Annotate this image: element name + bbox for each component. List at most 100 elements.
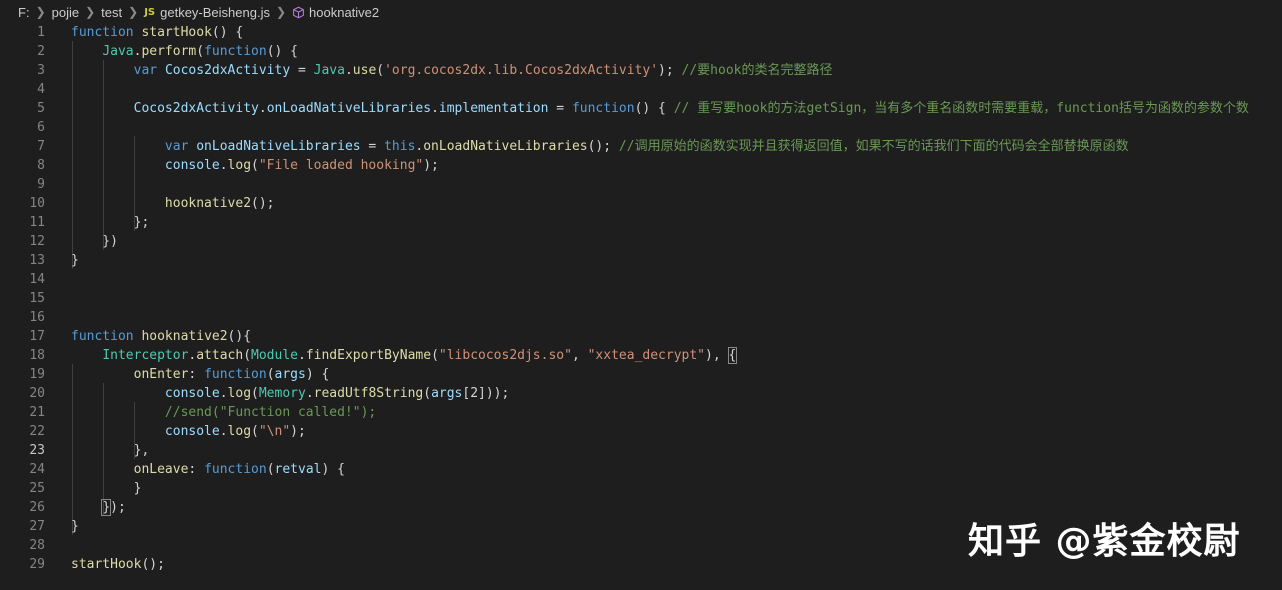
- code-token: "\n": [258, 424, 291, 439]
- code-token: onLoadNativeLibraries: [423, 139, 588, 154]
- code-token: ,: [571, 348, 588, 363]
- code-line[interactable]: 25 }: [0, 479, 1282, 498]
- line-number: 12: [29, 234, 45, 249]
- code-line[interactable]: 4: [0, 80, 1282, 99]
- code-line[interactable]: 14: [0, 270, 1282, 289]
- code-token: var: [164, 139, 189, 154]
- code-text: startHook();: [71, 555, 165, 574]
- line-number: 3: [37, 63, 45, 78]
- code-token: onLeave: [133, 462, 189, 477]
- code-line[interactable]: 13}: [0, 251, 1282, 270]
- code-text: Java.perform(function() {: [71, 42, 298, 61]
- code-token: "xxtea_decrypt": [587, 348, 706, 363]
- code-token: .: [344, 63, 353, 78]
- code-line[interactable]: 1 function startHook() {: [0, 23, 1282, 42]
- code-token: [2]));: [462, 386, 510, 401]
- code-line[interactable]: 11 };: [0, 213, 1282, 232]
- breadcrumb-file[interactable]: getkey-Beisheng.js: [160, 5, 270, 20]
- code-token: }: [71, 253, 79, 268]
- breadcrumb-drive[interactable]: F:: [18, 5, 30, 20]
- code-line[interactable]: 7 var onLoadNativeLibraries = this.onLoa…: [0, 137, 1282, 156]
- code-token: }: [101, 499, 112, 516]
- code-line[interactable]: 12 }): [0, 232, 1282, 251]
- line-number: 15: [29, 291, 45, 306]
- code-line[interactable]: 17 function hooknative2(){: [0, 327, 1282, 346]
- line-number: 18: [29, 348, 45, 363]
- code-token: function: [571, 101, 635, 116]
- code-token: =: [548, 101, 572, 116]
- chevron-right-icon: ❯: [35, 5, 46, 19]
- code-text: hooknative2();: [71, 194, 275, 213]
- code-token: "File loaded hooking": [258, 158, 424, 173]
- code-token: Cocos2dxActivity: [133, 101, 259, 116]
- code-text: Interceptor.attach(Module.findExportByNa…: [71, 346, 738, 365]
- code-token: =: [290, 63, 314, 78]
- breadcrumb: F: ❯ pojie ❯ test ❯ JS getkey-Beisheng.j…: [0, 0, 1282, 24]
- code-token: (: [196, 44, 205, 59]
- code-token: (: [423, 386, 432, 401]
- code-text: },: [71, 441, 150, 460]
- line-number: 5: [37, 101, 45, 116]
- breadcrumb-folder-test[interactable]: test: [101, 5, 122, 20]
- code-token: .: [219, 158, 228, 173]
- code-token: 'org.cocos2dx.lib.Cocos2dxActivity': [384, 63, 659, 78]
- code-token: Cocos2dxActivity: [164, 63, 291, 78]
- code-line[interactable]: 18 Interceptor.attach(Module.findExportB…: [0, 346, 1282, 365]
- code-line[interactable]: 15: [0, 289, 1282, 308]
- code-token: }): [71, 234, 118, 249]
- code-token: console: [164, 386, 220, 401]
- code-token: },: [71, 443, 150, 458]
- code-text: console.log(Memory.readUtf8String(args[2…: [71, 384, 509, 403]
- code-line[interactable]: 22 console.log("\n");: [0, 422, 1282, 441]
- code-line[interactable]: 20 console.log(Memory.readUtf8String(arg…: [0, 384, 1282, 403]
- code-token: );: [423, 158, 439, 173]
- line-number: 22: [29, 424, 45, 439]
- code-token: );: [290, 424, 306, 439]
- code-line[interactable]: 5 Cocos2dxActivity.onLoadNativeLibraries…: [0, 99, 1282, 118]
- code-token: .: [298, 348, 306, 363]
- code-line[interactable]: 3 var Cocos2dxActivity = Java.use('org.c…: [0, 61, 1282, 80]
- code-line[interactable]: 8 console.log("File loaded hooking");: [0, 156, 1282, 175]
- code-token: ) {: [305, 367, 330, 382]
- code-line[interactable]: 23 },: [0, 441, 1282, 460]
- code-text: Cocos2dxActivity.onLoadNativeLibraries.i…: [71, 99, 1249, 118]
- code-text: var onLoadNativeLibraries = this.onLoadN…: [71, 137, 1129, 156]
- line-number: 27: [29, 519, 45, 534]
- code-token: ();: [251, 196, 275, 211]
- code-text: console.log("\n");: [71, 422, 306, 441]
- code-token: console: [164, 158, 220, 173]
- code-token: Memory: [258, 386, 306, 401]
- code-token: () {: [634, 101, 674, 116]
- code-line[interactable]: 19 onEnter: function(args) {: [0, 365, 1282, 384]
- code-token: function: [204, 367, 267, 382]
- code-text: onLeave: function(retval) {: [71, 460, 345, 479]
- code-token: (: [251, 158, 259, 173]
- line-number: 20: [29, 386, 45, 401]
- code-token: function: [204, 462, 267, 477]
- code-line[interactable]: 21 //send("Function called!");: [0, 403, 1282, 422]
- code-editor[interactable]: 1 function startHook() {2 Java.perform(fu…: [0, 22, 1282, 590]
- code-line[interactable]: 24 onLeave: function(retval) {: [0, 460, 1282, 479]
- code-text: //send("Function called!");: [71, 403, 376, 422]
- code-token: args: [431, 386, 463, 401]
- code-line[interactable]: 16: [0, 308, 1282, 327]
- code-line[interactable]: 6: [0, 118, 1282, 137]
- code-token: }: [71, 481, 142, 496]
- code-line[interactable]: 2 Java.perform(function() {: [0, 42, 1282, 61]
- line-number: 19: [29, 367, 45, 382]
- code-token: log: [227, 158, 252, 173]
- code-token: onLoadNativeLibraries: [266, 101, 432, 116]
- code-line[interactable]: 9: [0, 175, 1282, 194]
- breadcrumb-symbol[interactable]: hooknative2: [309, 5, 379, 20]
- code-token: //调用原始的函数实现并且获得返回值，如果不写的话我们下面的代码会全部替换原函数: [618, 139, 1129, 154]
- line-number: 11: [29, 215, 45, 230]
- breadcrumb-folder-pojie[interactable]: pojie: [52, 5, 79, 20]
- code-token: );: [658, 63, 682, 78]
- code-line[interactable]: 10 hooknative2();: [0, 194, 1282, 213]
